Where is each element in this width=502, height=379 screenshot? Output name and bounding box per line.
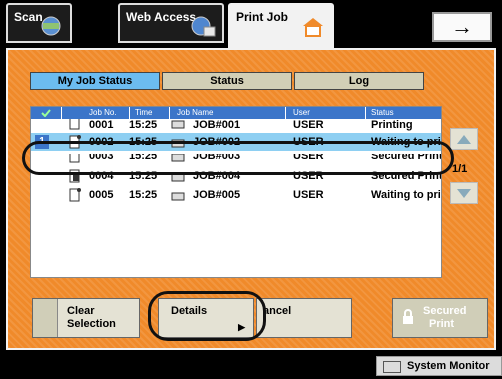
- copier-screen: Scan Web Access Print Job → My Job Statu…: [0, 0, 502, 379]
- scroll-down-button[interactable]: [450, 182, 478, 204]
- tab-print-job[interactable]: Print Job: [228, 3, 334, 53]
- job-table: Job No. Time Job Name User Status 0001 1…: [30, 106, 442, 278]
- tab-print-job-label: Print Job: [236, 10, 289, 24]
- table-row[interactable]: 0001 15:25 JOB#001 USER Printing: [31, 119, 441, 131]
- scroll-up-button[interactable]: [450, 128, 478, 150]
- document-icon: [69, 188, 81, 202]
- monitor-icon: [383, 361, 401, 373]
- lock-icon: [403, 309, 413, 324]
- header-user: User: [293, 108, 310, 117]
- up-triangle-icon: [457, 135, 471, 144]
- printer-icon: [171, 192, 185, 201]
- subtab-log[interactable]: Log: [294, 72, 424, 90]
- subtab-status[interactable]: Status: [162, 72, 292, 90]
- details-highlight-oval: [148, 291, 266, 341]
- secured-print-button[interactable]: Secured Print: [392, 298, 488, 338]
- cancel-button[interactable]: ancel: [256, 298, 352, 338]
- page-count: 1/1: [452, 163, 468, 175]
- web-globe-icon: [191, 16, 216, 37]
- checkmark-icon: [41, 109, 51, 117]
- down-triangle-icon: [457, 189, 471, 198]
- document-icon: [69, 119, 80, 130]
- clear-selection-button[interactable]: Clear Selection: [32, 298, 140, 338]
- right-arrow-icon: →: [451, 14, 473, 39]
- row-highlight-oval: [22, 141, 454, 175]
- tab-web-access[interactable]: Web Access: [118, 3, 224, 43]
- scan-globe-icon: [41, 16, 61, 36]
- table-header: Job No. Time Job Name User Status: [31, 107, 441, 119]
- tab-web-access-label: Web Access: [126, 10, 197, 24]
- header-job-no: Job No.: [89, 108, 117, 117]
- header-job-name: Job Name: [177, 108, 214, 117]
- table-row[interactable]: 0005 15:25 JOB#005 USER Waiting to print: [31, 186, 441, 204]
- next-screen-button[interactable]: →: [432, 12, 492, 42]
- printer-house-icon: [303, 18, 323, 37]
- subtab-my-job-status[interactable]: My Job Status: [30, 72, 160, 90]
- header-status: Status: [371, 108, 394, 117]
- header-time: Time: [135, 108, 153, 117]
- printer-icon: [171, 120, 185, 129]
- system-monitor-button[interactable]: System Monitor: [376, 356, 502, 376]
- tab-scan[interactable]: Scan: [6, 3, 72, 43]
